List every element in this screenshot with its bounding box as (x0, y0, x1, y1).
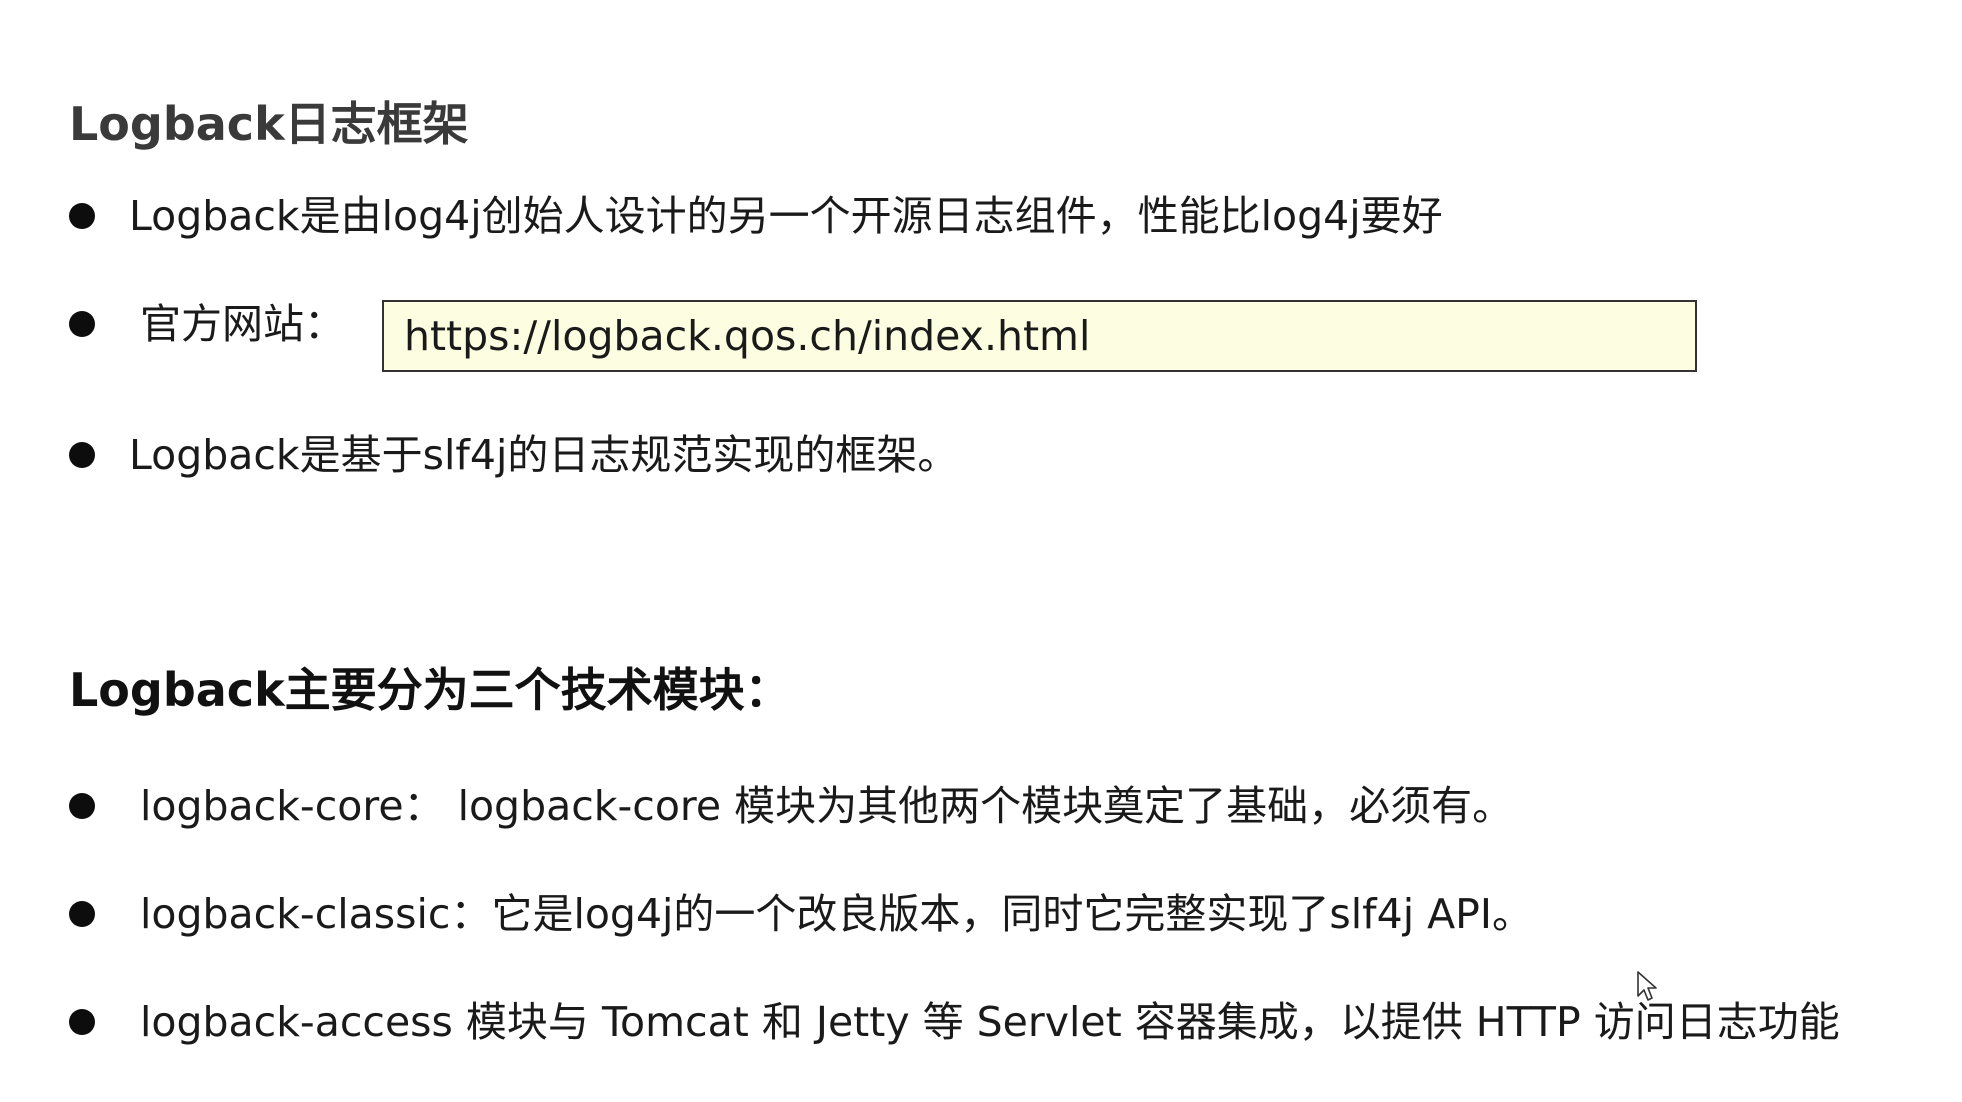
website-url-link[interactable]: https://logback.qos.ch/index.html (404, 312, 1090, 360)
list-item: logback-access 模块与 Tomcat 和 Jetty 等 Serv… (69, 992, 1840, 1052)
mouse-pointer-icon (1637, 971, 1657, 1001)
list-item: 官方网站： (69, 294, 345, 354)
list-item: logback-core： logback-core 模块为其他两个模块奠定了基… (69, 776, 1513, 836)
module-core-text: logback-core： logback-core 模块为其他两个模块奠定了基… (140, 782, 1514, 830)
section-title-modules: Logback主要分为三个技术模块： (69, 663, 791, 717)
bullet-icon (69, 442, 95, 468)
bullet-icon (69, 793, 95, 819)
bullet-icon (69, 203, 95, 229)
bullet-text: Logback是基于slf4j的日志规范实现的框架。 (129, 431, 959, 479)
bullet-icon (69, 1009, 95, 1035)
module-access-text: logback-access 模块与 Tomcat 和 Jetty 等 Serv… (140, 998, 1840, 1046)
list-item: Logback是由log4j创始人设计的另一个开源日志组件，性能比log4j要好 (69, 186, 1443, 246)
list-item: logback-classic：它是log4j的一个改良版本，同时它完整实现了s… (69, 884, 1533, 944)
bullet-icon (69, 311, 95, 337)
list-item: Logback是基于slf4j的日志规范实现的框架。 (69, 425, 958, 485)
section-title-logback-framework: Logback日志框架 (69, 97, 469, 151)
module-classic-text: logback-classic：它是log4j的一个改良版本，同时它完整实现了s… (140, 890, 1533, 938)
bullet-text: Logback是由log4j创始人设计的另一个开源日志组件，性能比log4j要好 (129, 192, 1443, 240)
bullet-icon (69, 901, 95, 927)
website-url-box[interactable]: https://logback.qos.ch/index.html (382, 300, 1697, 372)
website-label: 官方网站： (140, 300, 345, 348)
